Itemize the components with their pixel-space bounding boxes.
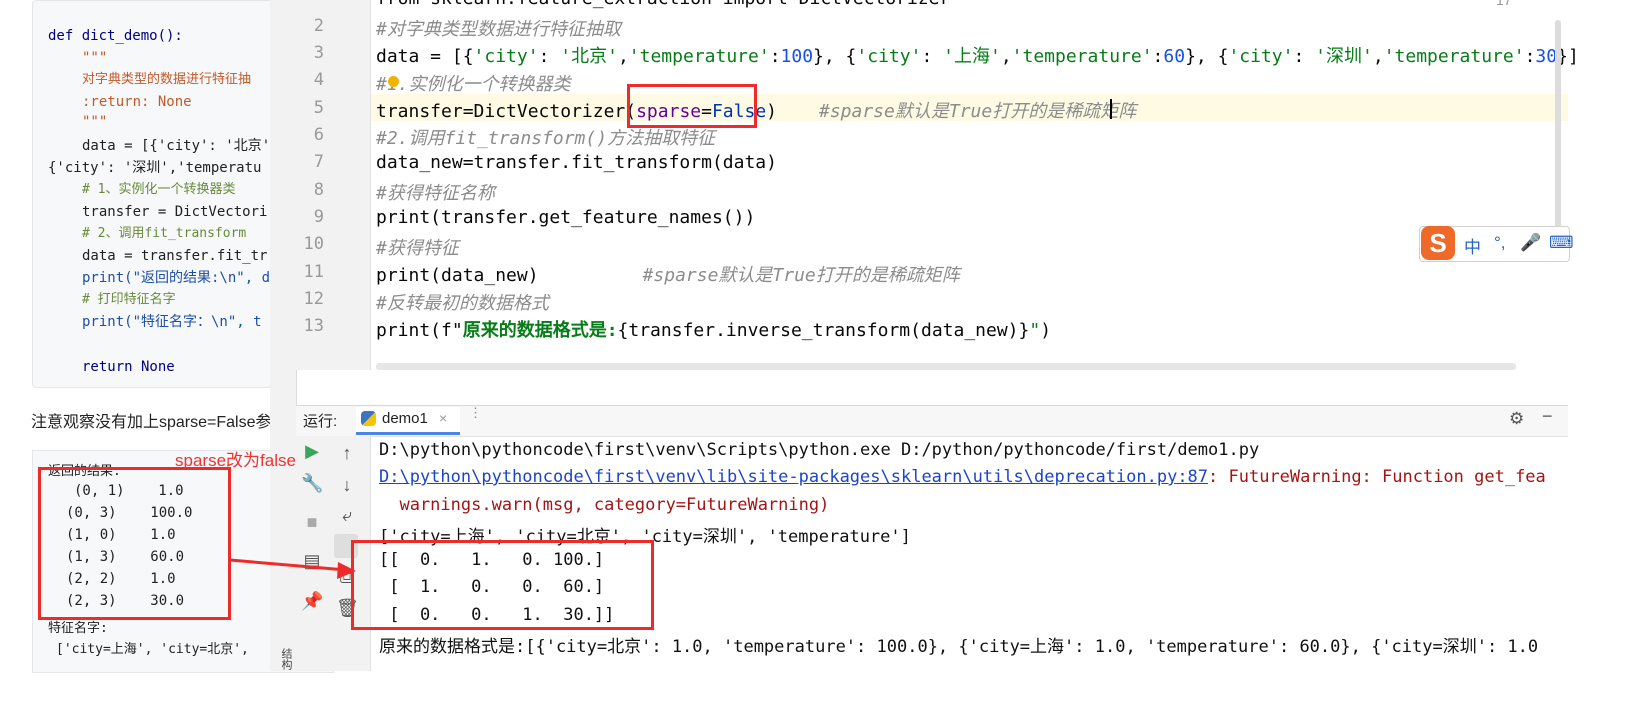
line-number: 12	[303, 289, 324, 309]
line-number: 2	[313, 16, 324, 36]
ime-punctuation-toggle[interactable]: °,	[1494, 233, 1506, 253]
soft-wrap-icon[interactable]: ⤶	[336, 505, 358, 526]
console-line-warning: D:\python\pythoncode\first\venv\lib\site…	[379, 467, 1546, 487]
console-line-warn-call: warnings.warn(msg, category=FutureWarnin…	[379, 495, 830, 515]
rerun-icon[interactable]: ▶	[301, 441, 323, 462]
code-line-10[interactable]: #获得特征	[376, 234, 459, 260]
sogou-logo-icon[interactable]: S	[1421, 226, 1455, 260]
console-line-command: D:\python\pythoncode\first\venv\Scripts\…	[379, 440, 1260, 460]
line-number: 11	[303, 262, 324, 282]
ime-language-toggle[interactable]: 中	[1464, 233, 1481, 258]
code-line-9[interactable]: print(transfer.get_feature_names())	[376, 207, 755, 228]
microphone-icon[interactable]: 🎤	[1520, 233, 1541, 253]
code-line-7[interactable]: data_new=transfer.fit_transform(data)	[376, 152, 777, 173]
code-line-3[interactable]: data = [{'city': '北京','temperature':100}…	[376, 42, 1579, 68]
code-print-1: print("返回的结果:\n", d	[82, 270, 271, 286]
code-doc-return: :return: None	[82, 94, 192, 110]
annotation-arrow	[229, 558, 356, 579]
gear-icon[interactable]: ⚙	[1509, 409, 1524, 429]
dense-matrix-highlight-box	[351, 540, 654, 630]
line-number: 8	[313, 180, 324, 200]
horizontal-scrollbar[interactable]	[376, 363, 1516, 370]
chevron-up-icon[interactable]: ⌃	[1522, 0, 1535, 11]
run-panel-header	[296, 405, 1568, 437]
close-tab-icon[interactable]: ×	[439, 410, 447, 426]
annotation-text: sparse改为false	[175, 451, 296, 470]
code-line-13[interactable]: print(f"原来的数据格式是:{transfer.inverse_trans…	[376, 316, 1051, 342]
arrow-down-icon[interactable]: ↓	[336, 475, 358, 496]
code-transfer-line: transfer = DictVectori	[82, 204, 268, 220]
code-line-8[interactable]: #获得特征名称	[376, 179, 495, 205]
code-print-2: print("特征名字：\n", t	[82, 314, 262, 330]
run-tab-label: demo1	[382, 410, 428, 427]
console-line-original: 原来的数据格式是:[{'city=北京': 1.0, 'temperature'…	[379, 637, 1539, 657]
sparse-param-highlight-box	[627, 84, 757, 128]
code-comment-1: # 1、实例化一个转换器类	[82, 182, 236, 197]
inspection-count[interactable]: 17	[1496, 0, 1512, 8]
code-doc-close: """	[82, 114, 108, 130]
keyboard-icon[interactable]: ⌨	[1549, 233, 1574, 253]
tab-more-icon[interactable]: ⋮	[469, 405, 482, 421]
line-number: 7	[313, 152, 324, 172]
code-line-11[interactable]: print(data_new) #sparse默认是True打开的是稀疏矩阵	[376, 261, 960, 287]
blog-note-text: 注意观察没有加上sparse=False参	[31, 414, 272, 431]
vertical-scrollbar[interactable]	[1555, 20, 1561, 240]
line-number: 4	[313, 70, 324, 90]
code-line-2[interactable]: #对字典类型数据进行特征抽取	[376, 15, 621, 41]
code-line-12[interactable]: #反转最初的数据格式	[376, 289, 549, 315]
wrench-icon[interactable]: 🔧	[301, 473, 323, 494]
line-number: 6	[313, 125, 324, 145]
code-comment-3: # 打印特征名字	[82, 292, 176, 307]
minimize-icon[interactable]: −	[1542, 406, 1553, 427]
code-line-4[interactable]: #1.实例化一个转换器类	[376, 70, 571, 96]
sparse-result-highlight-box	[38, 467, 231, 620]
code-comment-2: # 2、调用fit_transform	[82, 226, 247, 241]
code-line-import[interactable]: from sklearn.feature_extraction import D…	[376, 0, 950, 9]
code-data-line: data = [{'city': '北京'	[82, 138, 271, 154]
arrow-up-icon[interactable]: ↑	[336, 443, 358, 464]
line-number: 3	[313, 43, 324, 63]
features-value: ['city=上海', 'city=北京',	[56, 642, 249, 657]
line-number: 10	[303, 234, 324, 254]
code-fit-line: data = transfer.fit_tr	[82, 248, 268, 264]
python-icon	[361, 411, 376, 426]
code-return-line: return None	[82, 359, 175, 375]
run-label: 运行:	[303, 413, 338, 430]
text-cursor	[1110, 99, 1112, 119]
bulb-icon[interactable]	[388, 76, 399, 87]
deprecation-file-link[interactable]: D:\python\pythoncode\first\venv\lib\site…	[379, 467, 1208, 487]
code-data-line-2: {'city': '深圳','temperatu	[48, 160, 262, 176]
pin-icon[interactable]: 📌	[301, 591, 323, 612]
line-number: 5	[313, 98, 324, 118]
code-doc-open: """	[82, 50, 108, 66]
stop-icon[interactable]: ■	[301, 512, 323, 533]
code-doc-text: 对字典类型的数据进行特征抽	[82, 72, 252, 87]
line-number: 13	[303, 316, 324, 336]
structure-tool-label[interactable]: 结构	[278, 648, 294, 670]
code-def-line: def dict_demo():	[48, 28, 183, 44]
line-number: 9	[313, 207, 324, 227]
